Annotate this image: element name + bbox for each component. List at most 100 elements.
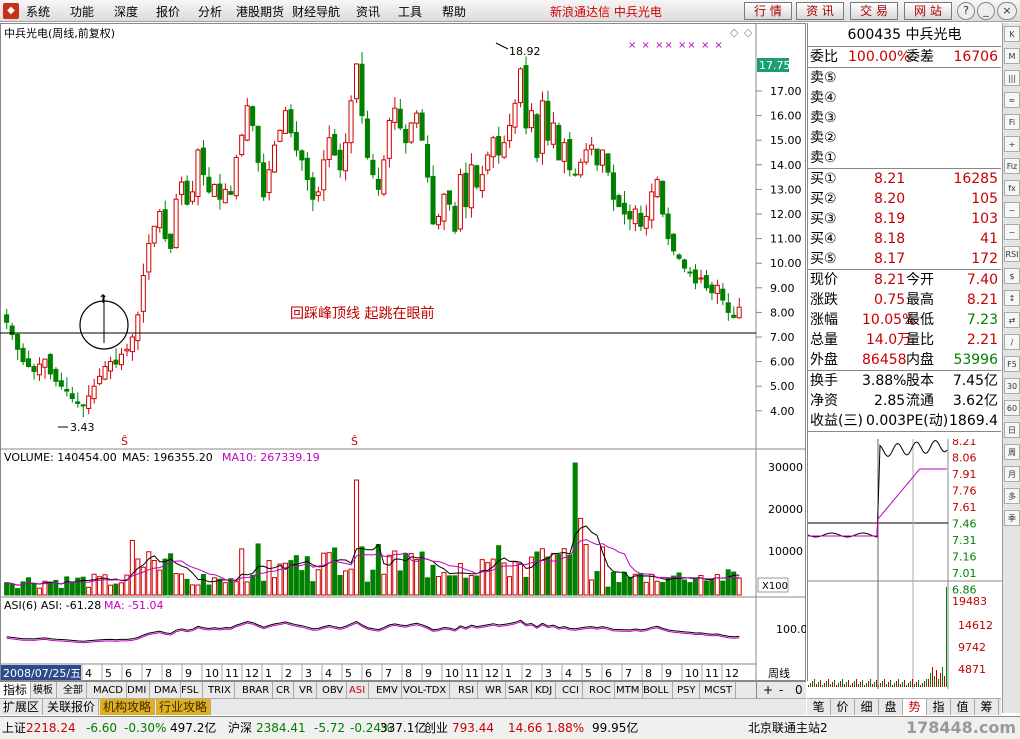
- tab-dmi[interactable]: DMI: [124, 682, 151, 699]
- quote-tab[interactable]: 值: [951, 699, 975, 715]
- side-tool-icon[interactable]: M: [1004, 48, 1020, 64]
- side-tool-icon[interactable]: $: [1004, 268, 1020, 284]
- tab-brar[interactable]: BRAR: [239, 682, 274, 699]
- quote-tab[interactable]: 笔: [807, 699, 831, 715]
- side-tool-icon[interactable]: F5: [1004, 356, 1020, 372]
- tab-obv[interactable]: OBV: [319, 682, 348, 699]
- tab-roc[interactable]: ROC: [586, 682, 615, 699]
- buy3-row[interactable]: 买③ 8.19 103: [808, 209, 1001, 229]
- kline-chart[interactable]: 中兵光电(周线,前复权) ◇ ◇ × × ×× ×× × × 17.75 17.…: [0, 23, 806, 681]
- side-tool-icon[interactable]: 多: [1004, 488, 1020, 504]
- side-tool-icon[interactable]: fx: [1004, 180, 1020, 196]
- tab-vol-tdx[interactable]: VOL-TDX: [400, 682, 451, 699]
- side-tool-icon[interactable]: ~: [1004, 224, 1020, 240]
- app-logo-icon[interactable]: ◆: [3, 3, 19, 19]
- sell4-row[interactable]: 卖④: [808, 88, 1001, 108]
- quote-tab[interactable]: 指: [927, 699, 951, 715]
- tab-wr[interactable]: WR: [482, 682, 506, 699]
- quote-tab[interactable]: 筹: [975, 699, 999, 715]
- tab-boll[interactable]: BOLL: [640, 682, 673, 699]
- tab-asi[interactable]: ASI: [346, 682, 370, 699]
- menu-hk-futures[interactable]: 港股期货: [236, 3, 284, 20]
- minimize-icon[interactable]: _: [977, 2, 995, 20]
- zoom-out-button[interactable]: -: [779, 682, 783, 698]
- extension-tab[interactable]: 关联报价: [44, 699, 100, 715]
- period-controls: + - 0: [756, 682, 806, 698]
- tab-vr[interactable]: VR: [296, 682, 317, 699]
- news-button[interactable]: 资 讯: [796, 2, 844, 20]
- tab-mcst[interactable]: MCST: [701, 682, 737, 699]
- extension-tab[interactable]: 扩展区: [0, 699, 44, 715]
- tab-rsi[interactable]: RSI: [455, 682, 479, 699]
- sell2-row[interactable]: 卖②: [808, 128, 1001, 148]
- zoom-reset-button[interactable]: 0: [795, 682, 803, 698]
- zoom-in-button[interactable]: +: [763, 682, 773, 698]
- buy2-row[interactable]: 买② 8.20 105: [808, 189, 1001, 209]
- menu-function[interactable]: 功能: [70, 3, 94, 20]
- kline-chart-area[interactable]: 中兵光电(周线,前复权) ◇ ◇ × × ×× ×× × × 17.75 17.…: [0, 23, 806, 681]
- diamond-icon[interactable]: ◇: [730, 26, 739, 39]
- side-tool-icon[interactable]: /: [1004, 334, 1020, 350]
- tab-dma[interactable]: DMA: [151, 682, 182, 699]
- menu-system[interactable]: 系统: [26, 3, 50, 20]
- sell1-row[interactable]: 卖①: [808, 148, 1001, 168]
- side-tool-icon[interactable]: |||: [1004, 70, 1020, 86]
- sell3-row[interactable]: 卖③: [808, 108, 1001, 128]
- side-tool-icon[interactable]: 季: [1004, 510, 1020, 526]
- side-tool-icon[interactable]: 周: [1004, 444, 1020, 460]
- menu-analysis[interactable]: 分析: [198, 3, 222, 20]
- buy4-row[interactable]: 买④ 8.18 41: [808, 229, 1001, 249]
- side-tool-icon[interactable]: RSI: [1004, 246, 1020, 262]
- diamond-icon-2[interactable]: ◇: [744, 26, 753, 39]
- side-tool-icon[interactable]: 60: [1004, 400, 1020, 416]
- help-icon[interactable]: ?: [957, 2, 975, 20]
- tab-macd[interactable]: MACD: [90, 682, 127, 699]
- tab-psy[interactable]: PSY: [674, 682, 700, 699]
- side-tool-icon[interactable]: Fi: [1004, 114, 1020, 130]
- quote-tab[interactable]: 势: [903, 699, 927, 715]
- menu-tools[interactable]: 工具: [398, 3, 422, 20]
- sell5-row[interactable]: 卖⑤: [808, 68, 1001, 88]
- menu-quote[interactable]: 报价: [156, 3, 180, 20]
- quote-tab[interactable]: 价: [831, 699, 855, 715]
- tab-模板[interactable]: 模板: [30, 682, 57, 699]
- intraday-mini-chart[interactable]: 8.218.067.917.767.617.467.317.167.016.86…: [808, 439, 1002, 689]
- tab-cci[interactable]: CCI: [559, 682, 583, 699]
- menu-depth[interactable]: 深度: [114, 3, 138, 20]
- side-tool-icon[interactable]: ≈: [1004, 92, 1020, 108]
- side-tool-icon[interactable]: ⇄: [1004, 312, 1020, 328]
- candle-body: [714, 284, 720, 294]
- side-tool-icon[interactable]: Fiz: [1004, 158, 1020, 174]
- buy5-row[interactable]: 买⑤ 8.17 172: [808, 249, 1001, 269]
- quote-tab[interactable]: 细: [855, 699, 879, 715]
- website-button[interactable]: 网 站: [904, 2, 952, 20]
- buy1-row[interactable]: 买① 8.21 16285: [808, 169, 1001, 189]
- menu-finance-nav[interactable]: 财经导航: [292, 3, 340, 20]
- tab-全部[interactable]: 全部: [60, 682, 87, 699]
- side-tool-icon[interactable]: K: [1004, 26, 1020, 42]
- tab-trix[interactable]: TRIX: [205, 682, 235, 699]
- tab-mtm[interactable]: MTM: [613, 682, 644, 699]
- side-tool-icon[interactable]: 30: [1004, 378, 1020, 394]
- extension-tab[interactable]: 行业攻略: [156, 699, 212, 715]
- tab-emv[interactable]: EMV: [373, 682, 402, 699]
- menu-help[interactable]: 帮助: [442, 3, 466, 20]
- market-button[interactable]: 行 情: [744, 2, 792, 20]
- tab-kdj[interactable]: KDJ: [532, 682, 557, 699]
- menu-news[interactable]: 资讯: [356, 3, 380, 20]
- tab-cr[interactable]: CR: [273, 682, 294, 699]
- side-tool-icon[interactable]: 日: [1004, 422, 1020, 438]
- side-tool-icon[interactable]: +: [1004, 136, 1020, 152]
- tab-sar[interactable]: SAR: [505, 682, 533, 699]
- side-tool-icon[interactable]: 月: [1004, 466, 1020, 482]
- tab-fsl[interactable]: FSL: [178, 682, 203, 699]
- mini-vol-bar: [820, 680, 821, 687]
- candle-body: [113, 359, 119, 365]
- extension-tab[interactable]: 机构攻略: [100, 699, 156, 715]
- quote-tab[interactable]: 盘: [879, 699, 903, 715]
- side-tool-icon[interactable]: ~: [1004, 202, 1020, 218]
- trade-button[interactable]: 交 易: [850, 2, 898, 20]
- close-icon[interactable]: ×: [997, 2, 1017, 20]
- tab-指标[interactable]: 指标: [0, 682, 32, 699]
- side-tool-icon[interactable]: ↕: [1004, 290, 1020, 306]
